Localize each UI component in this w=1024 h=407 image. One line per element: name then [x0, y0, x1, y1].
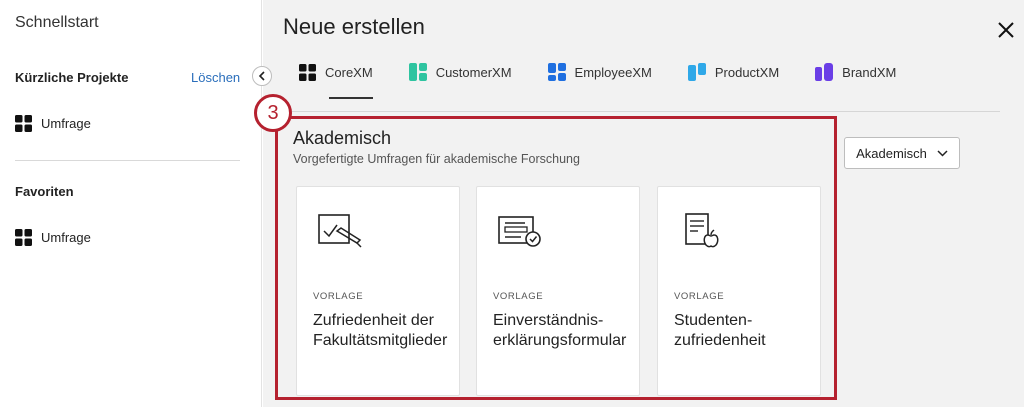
corexm-icon: [299, 63, 316, 81]
tab-corexm[interactable]: CoreXM: [299, 50, 373, 99]
collapse-sidebar-button[interactable]: [252, 66, 272, 86]
favorite-item-umfrage[interactable]: Umfrage: [15, 229, 91, 246]
productxm-icon: [687, 63, 706, 81]
corexm-icon: [15, 229, 32, 246]
category-dropdown[interactable]: Akademisch: [844, 137, 960, 169]
corexm-icon: [15, 115, 32, 132]
dropdown-selected-value: Akademisch: [856, 145, 927, 161]
tab-productxm[interactable]: ProductXM: [687, 50, 780, 94]
favorites-heading: Favoriten: [15, 184, 74, 199]
customerxm-icon: [408, 63, 427, 81]
product-tabs: CoreXM CustomerXM EmployeeXM ProductXM B…: [299, 50, 932, 100]
recent-item-label: Umfrage: [41, 116, 91, 131]
sidebar-title: Schnellstart: [15, 14, 99, 31]
quickstart-sidebar: Schnellstart Kürzliche Projekte Löschen …: [0, 0, 262, 407]
close-icon: [998, 22, 1014, 38]
clear-recent-link[interactable]: Löschen: [191, 70, 240, 85]
step-number-badge: 3: [254, 94, 292, 132]
recent-projects-heading: Kürzliche Projekte: [15, 70, 129, 85]
tabs-divider: [283, 111, 1000, 112]
sidebar-divider: [15, 160, 240, 161]
tab-label: CustomerXM: [435, 64, 512, 80]
tab-label: ProductXM: [714, 64, 780, 80]
highlight-box: [275, 116, 837, 400]
tab-employeexm[interactable]: EmployeeXM: [547, 50, 652, 94]
tab-brandxm[interactable]: BrandXM: [815, 50, 896, 94]
favorite-item-label: Umfrage: [41, 230, 91, 245]
tab-label: CoreXM: [325, 64, 373, 80]
chevron-left-icon: [258, 71, 265, 81]
recent-item-umfrage[interactable]: Umfrage: [15, 115, 91, 132]
page-title: Neue erstellen: [283, 14, 425, 39]
tab-label: EmployeeXM: [574, 64, 652, 80]
employeexm-icon: [547, 63, 566, 81]
chevron-down-icon: [937, 149, 948, 157]
tab-customerxm[interactable]: CustomerXM: [408, 50, 512, 94]
close-button[interactable]: [996, 20, 1016, 40]
brandxm-icon: [815, 63, 834, 81]
tab-label: BrandXM: [842, 64, 897, 80]
